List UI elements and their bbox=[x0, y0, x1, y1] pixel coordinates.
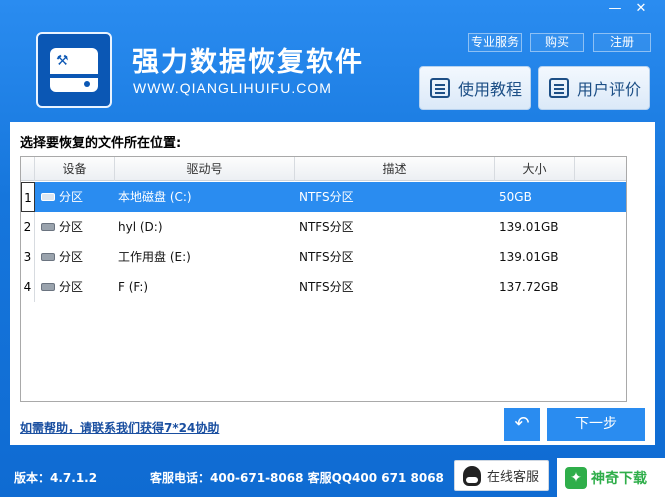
main-panel: 选择要恢复的文件所在位置: 设备 驱动号 描述 大小 1 分区 本地磁盘 (C:… bbox=[10, 122, 655, 445]
cell-device: 分区 bbox=[59, 220, 84, 234]
download-site-badge: ✦ 神奇下载 bbox=[557, 458, 665, 497]
partition-disk-icon bbox=[41, 223, 55, 231]
wrench-icon: ⚒ bbox=[56, 53, 69, 69]
cell-device: 分区 bbox=[59, 250, 84, 264]
table-row[interactable]: 3 分区 工作用盘 (E:) NTFS分区 139.01GB bbox=[21, 242, 626, 272]
cell-drive: hyl (D:) bbox=[118, 220, 163, 234]
table-row[interactable]: 1 分区 本地磁盘 (C:) NTFS分区 50GB bbox=[21, 182, 626, 212]
header-device[interactable]: 设备 bbox=[35, 157, 115, 181]
cell-drive: F (F:) bbox=[118, 280, 149, 294]
register-link[interactable]: 注册 bbox=[593, 33, 651, 52]
online-service-button[interactable]: 在线客服 bbox=[454, 460, 549, 491]
partition-table: 设备 驱动号 描述 大小 1 分区 本地磁盘 (C:) NTFS分区 50GB … bbox=[20, 156, 627, 402]
cell-size: 50GB bbox=[499, 190, 532, 204]
app-url: WWW.QIANGLIHUIFU.COM bbox=[133, 80, 332, 96]
help-link[interactable]: 如需帮助，请联系我们获得7*24协助 bbox=[20, 419, 219, 436]
table-header: 设备 驱动号 描述 大小 bbox=[21, 157, 626, 181]
row-number: 4 bbox=[21, 272, 35, 302]
badge-text: 神奇下载 bbox=[591, 470, 647, 487]
review-button[interactable]: 用户评价 bbox=[538, 66, 650, 110]
undo-arrow-icon: ↶ bbox=[514, 413, 530, 434]
cell-description: NTFS分区 bbox=[299, 190, 354, 204]
next-button[interactable]: 下一步 bbox=[547, 408, 645, 441]
partition-disk-icon bbox=[41, 193, 55, 201]
row-number: 2 bbox=[21, 212, 35, 242]
app-window: — ✕ ⚒ 强力数据恢复软件 WWW.QIANGLIHUIFU.COM 专业服务… bbox=[0, 0, 665, 497]
review-label: 用户评价 bbox=[577, 80, 642, 99]
cell-description: NTFS分区 bbox=[299, 220, 354, 234]
cell-description: NTFS分区 bbox=[299, 250, 354, 264]
back-button[interactable]: ↶ bbox=[504, 408, 540, 441]
header-description[interactable]: 描述 bbox=[295, 157, 495, 181]
cell-drive: 本地磁盘 (C:) bbox=[118, 190, 192, 204]
minimize-button[interactable]: — bbox=[602, 0, 628, 18]
location-prompt: 选择要恢复的文件所在位置: bbox=[20, 136, 182, 151]
close-button[interactable]: ✕ bbox=[628, 0, 654, 18]
cell-device: 分区 bbox=[59, 280, 84, 294]
row-number: 3 bbox=[21, 242, 35, 272]
app-logo: ⚒ bbox=[36, 32, 112, 108]
table-row[interactable]: 4 分区 F (F:) NTFS分区 137.72GB bbox=[21, 272, 626, 302]
service-contact: 客服电话：400-671-8068 客服QQ400 671 8068 bbox=[150, 471, 444, 485]
qq-penguin-icon bbox=[463, 465, 481, 486]
app-title: 强力数据恢复软件 bbox=[132, 47, 364, 78]
cell-size: 137.72GB bbox=[499, 280, 559, 294]
tutorial-label: 使用教程 bbox=[458, 80, 523, 99]
badge-logo-icon: ✦ bbox=[565, 466, 587, 489]
partition-disk-icon bbox=[41, 253, 55, 261]
header-size[interactable]: 大小 bbox=[495, 157, 575, 181]
document-icon bbox=[430, 78, 450, 98]
hard-drive-wrench-icon: ⚒ bbox=[50, 48, 98, 92]
pro-service-link[interactable]: 专业服务 bbox=[468, 33, 522, 52]
table-row[interactable]: 2 分区 hyl (D:) NTFS分区 139.01GB bbox=[21, 212, 626, 242]
cell-description: NTFS分区 bbox=[299, 280, 354, 294]
header-rownum bbox=[21, 157, 35, 181]
cell-size: 139.01GB bbox=[499, 220, 559, 234]
partition-disk-icon bbox=[41, 283, 55, 291]
header-drive[interactable]: 驱动号 bbox=[115, 157, 295, 181]
tutorial-button[interactable]: 使用教程 bbox=[419, 66, 531, 110]
comment-icon bbox=[549, 78, 569, 98]
buy-link[interactable]: 购买 bbox=[530, 33, 584, 52]
cell-device: 分区 bbox=[59, 190, 84, 204]
online-service-label: 在线客服 bbox=[487, 470, 540, 485]
version-label: 版本：4.7.1.2 bbox=[14, 471, 98, 485]
cell-size: 139.01GB bbox=[499, 250, 559, 264]
cell-drive: 工作用盘 (E:) bbox=[118, 250, 191, 264]
row-number: 1 bbox=[21, 182, 35, 212]
